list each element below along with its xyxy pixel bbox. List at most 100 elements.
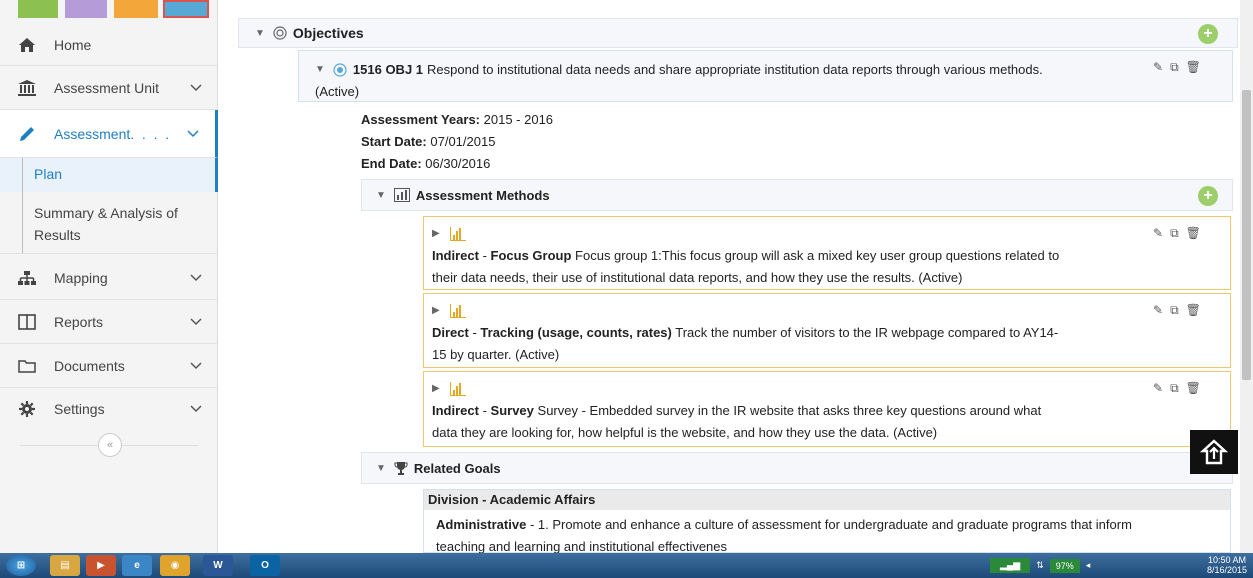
sidebar-item-home[interactable]: Home (0, 24, 218, 66)
trash-icon[interactable]: 🗑 (1186, 381, 1201, 396)
scroll-top-home-button[interactable] (1190, 430, 1238, 474)
sidebar-item-label: Settings (54, 401, 105, 417)
method-description-cont: data they are looking for, how helpful i… (432, 425, 938, 440)
system-tray: ▂▄▆ ⇅ 97% ◂ (990, 555, 1090, 576)
add-method-button[interactable]: + (1198, 186, 1218, 206)
assessment-method-item: ▶ Direct - Tracking (usage, counts, rate… (423, 293, 1231, 368)
network-icon[interactable]: ⇅ (1036, 560, 1044, 571)
strip-green (18, 0, 58, 18)
copy-icon[interactable]: ⧉ (1170, 60, 1179, 75)
copy-icon[interactable]: ⧉ (1170, 226, 1179, 241)
assessment-years: Assessment Years: 2015 - 2016 (361, 112, 553, 127)
media-player-icon[interactable]: ▶ (86, 555, 116, 576)
sidebar-item-assessment-unit[interactable]: Assessment Unit (0, 66, 218, 110)
method-name: Survey (490, 403, 534, 418)
trash-icon[interactable]: 🗑 (1186, 60, 1201, 75)
caret-right-icon[interactable]: ▶ (432, 378, 440, 400)
tree-line (22, 192, 23, 253)
sidebar-subitem-label-line2: Results (34, 227, 81, 243)
caret-down-icon[interactable]: ▼ (255, 28, 265, 39)
pencil-icon (16, 125, 38, 143)
edit-icon[interactable]: ✎ (1153, 381, 1163, 396)
institution-icon (16, 79, 38, 97)
tree-line (22, 158, 23, 192)
end-label: End Date: (361, 156, 422, 171)
objectives-header[interactable]: ▼ Objectives (238, 18, 1238, 48)
years-label: Assessment Years: (361, 112, 481, 127)
battery-indicator[interactable]: 97% (1049, 558, 1080, 573)
caret-down-icon[interactable]: ▼ (315, 59, 325, 81)
method-name: Tracking (usage, counts, rates) (480, 325, 672, 340)
assessment-method-item: ▶ Indirect - Focus Group Focus group 1:T… (423, 216, 1231, 290)
division-label: Division - Academic Affairs (424, 490, 1230, 510)
method-description-cont: their data needs, their use of instituti… (432, 270, 963, 285)
home-icon (16, 37, 38, 53)
assessment-method-item: ▶ Indirect - Survey Survey - Embedded su… (423, 371, 1231, 447)
start-date: Start Date: 07/01/2015 (361, 134, 495, 149)
caret-down-icon[interactable]: ▼ (376, 190, 386, 201)
add-objective-button[interactable]: + (1198, 24, 1218, 44)
sidebar-subitem-summary[interactable]: Summary & Analysis of Results (0, 192, 218, 254)
copy-icon[interactable]: ⧉ (1170, 381, 1179, 396)
system-clock[interactable]: 10:50 AM 8/16/2015 (1207, 555, 1247, 575)
section-title: Objectives (292, 25, 364, 41)
related-goals-header[interactable]: ▼ Related Goals (361, 452, 1233, 484)
sidebar-item-documents[interactable]: Documents (0, 344, 218, 388)
bar-chart-icon (449, 382, 466, 396)
vertical-scrollbar[interactable] (1240, 0, 1253, 553)
target-icon (273, 26, 287, 40)
sidebar-item-mapping[interactable]: Mapping (0, 256, 218, 300)
objective-row: ▼ 1516 OBJ 1 Respond to institutional da… (298, 50, 1233, 102)
sidebar-item-assessment[interactable]: Assessment. . . . (0, 110, 218, 158)
bar-chart-icon (449, 304, 466, 318)
collapse-sidebar-button[interactable]: « (98, 433, 122, 457)
assessment-methods-header[interactable]: ▼ Assessment Methods (361, 179, 1233, 211)
columns-icon (16, 313, 38, 330)
bar-chart-icon (449, 227, 466, 241)
word-icon[interactable]: W (203, 555, 233, 576)
sidebar-item-reports[interactable]: Reports (0, 300, 218, 344)
strip-blue[interactable] (163, 0, 209, 18)
sitemap-icon (16, 270, 38, 286)
edit-icon[interactable]: ✎ (1153, 60, 1163, 75)
scrollbar-thumb[interactable] (1242, 90, 1251, 380)
objective-code: 1516 OBJ 1 (352, 62, 424, 77)
method-type: Direct (432, 325, 469, 340)
sidebar-item-settings[interactable]: Settings (0, 388, 218, 430)
sidebar-item-label: Home (54, 36, 92, 53)
copy-icon[interactable]: ⧉ (1170, 303, 1179, 318)
trash-icon[interactable]: 🗑 (1186, 303, 1201, 318)
caret-right-icon[interactable]: ▶ (432, 300, 440, 322)
objective-status: (Active) (315, 84, 360, 99)
start-value: 07/01/2015 (430, 134, 496, 149)
objective-actions: ✎ ⧉ 🗑 (1153, 60, 1201, 75)
caret-down-icon[interactable]: ▼ (376, 463, 386, 474)
start-label: Start Date: (361, 134, 427, 149)
file-explorer-icon[interactable]: ▤ (50, 555, 80, 576)
edit-icon[interactable]: ✎ (1153, 303, 1163, 318)
sidebar-subitem-plan[interactable]: Plan (0, 158, 218, 192)
color-strip (0, 0, 218, 18)
chrome-icon[interactable]: ◉ (160, 555, 190, 576)
sidebar-subitem-label: Plan (34, 166, 63, 182)
strip-purple (65, 0, 107, 18)
caret-right-icon[interactable]: ▶ (432, 223, 440, 245)
chevron-down-icon (186, 361, 206, 370)
internet-explorer-icon[interactable]: e (122, 555, 152, 576)
strip-orange (114, 0, 158, 18)
trash-icon[interactable]: 🗑 (1186, 226, 1201, 241)
goal-text: - 1. Promote and enhance a culture of as… (529, 517, 1132, 532)
edit-icon[interactable]: ✎ (1153, 226, 1163, 241)
method-type: Indirect (432, 248, 479, 263)
outlook-icon[interactable]: O (250, 555, 280, 576)
method-description-cont: 15 by quarter. (Active) (432, 347, 560, 362)
goal-text-cont: teaching and learning and institutional … (436, 539, 728, 553)
windows-start-icon[interactable]: ⊞ (6, 555, 36, 576)
chevron-down-icon (186, 83, 206, 92)
volume-icon[interactable]: ◂ (1086, 560, 1091, 571)
bar-chart-icon (393, 188, 410, 202)
main-content: ▼ Objectives + ▼ 1516 OBJ 1 Respond to i… (218, 0, 1240, 553)
signal-icon[interactable]: ▂▄▆ (990, 558, 1031, 573)
sidebar-item-label: Assessment. . . . (54, 125, 170, 142)
method-name: Focus Group (490, 248, 572, 263)
